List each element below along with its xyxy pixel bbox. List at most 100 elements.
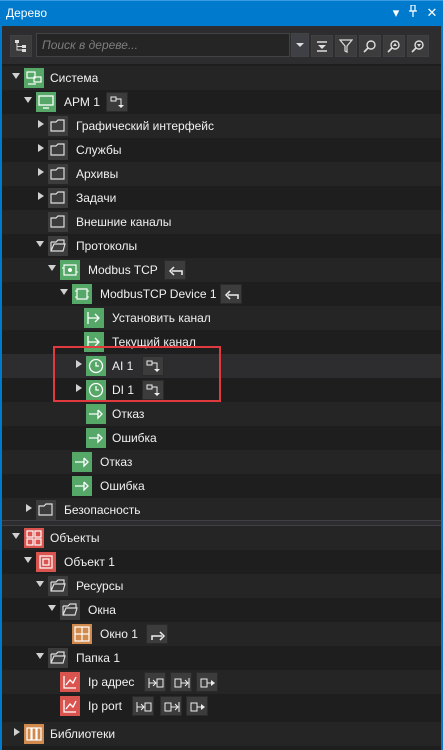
library-icon [24,724,44,744]
tree-item-ext-channels[interactable]: Внешние каналы [2,210,441,234]
flow-arrow-icon [146,360,160,372]
tree-item-libraries[interactable]: Библиотеки [2,722,441,746]
tree-item-label: Установить канал [112,311,211,325]
expand-toggle[interactable] [36,144,44,154]
tree-item-label: Ip адрес [88,675,135,689]
search-down-icon [411,40,424,53]
tree-item-folder1[interactable]: Папка 1 [2,646,441,670]
tree-item-label: Графический интерфейс [76,119,214,133]
tree-item-error-outer[interactable]: Ошибка [2,474,441,498]
open-window-button[interactable] [146,624,168,644]
tree-item-label: DI 1 [112,383,135,397]
link-binding-button[interactable] [196,672,218,692]
expand-toggle[interactable] [12,72,20,82]
folder-icon [48,164,68,184]
tree-item-error-inner[interactable]: Ошибка [2,426,441,450]
bind-in-icon [136,702,152,712]
return-icon [224,290,239,300]
expand-toggle[interactable] [36,652,44,662]
filter-button[interactable] [335,35,357,57]
bind-link-icon [200,678,215,688]
expand-toggle[interactable] [48,604,56,614]
expand-toggle[interactable] [36,240,44,250]
folder-open-icon [48,576,68,596]
system-icon [24,68,44,88]
expand-toggle[interactable] [74,360,82,370]
expand-toggle[interactable] [36,120,44,130]
expand-toggle[interactable] [36,580,44,590]
input-binding-button[interactable] [132,696,154,716]
folder-icon [36,500,56,520]
tree-structure-button[interactable] [10,35,32,57]
close-icon[interactable]: ✕ [423,4,441,22]
return-action-button[interactable] [164,260,186,280]
search-input[interactable] [36,33,290,57]
search-history-dropdown[interactable] [291,33,309,57]
tree-item-label: Окна [88,603,116,617]
output-binding-button[interactable] [170,672,192,692]
tree-item-modbus-device[interactable]: ModbusTCP Device 1 [2,282,441,306]
find-previous-button[interactable] [383,35,405,57]
expand-toggle[interactable] [12,532,20,542]
variable-icon [60,696,80,716]
input-binding-button[interactable] [144,672,166,692]
object-icon [36,552,56,572]
connection-action-button[interactable] [142,380,164,400]
tree-item-current-channel[interactable]: Текущий канал [2,330,441,354]
tree-item-label: Система [50,71,99,85]
tree-item-label: Безопасность [64,503,141,517]
expand-toggle[interactable] [24,504,32,514]
tree-item-fail-inner[interactable]: Отказ [2,402,441,426]
link-binding-button[interactable] [186,696,208,716]
tree-item-sistema[interactable]: Система [2,66,441,90]
folder-icon [48,212,68,232]
output-binding-button[interactable] [160,696,182,716]
tree-item-di1[interactable]: DI 1 [2,378,441,402]
tree-item-label: Библиотеки [50,727,116,741]
expand-toggle[interactable] [24,96,32,106]
tree-item-windows[interactable]: Окна [2,598,441,622]
tree-item-label: Окно 1 [100,627,138,641]
tree-item-resources[interactable]: Ресурсы [2,574,441,598]
collapse-all-button[interactable] [311,35,333,57]
tree-item-set-channel[interactable]: Установить канал [2,306,441,330]
expand-toggle[interactable] [74,384,82,394]
clock-icon [86,356,106,376]
tree-item-modbus-tcp[interactable]: Modbus TCP [2,258,441,282]
tree-item-archives[interactable]: Архивы [2,162,441,186]
expand-toggle[interactable] [60,288,68,298]
expand-toggle[interactable] [12,728,20,738]
expand-toggle[interactable] [36,192,44,202]
pin-icon[interactable] [404,4,422,22]
tree-item-objects[interactable]: Объекты [2,526,441,550]
folder-open-icon [60,600,80,620]
tree-view: Система АРМ 1 Графический интерфейс Служ… [0,64,443,750]
tree-item-ip-port[interactable]: Ip port [2,694,441,718]
tree-item-tasks[interactable]: Задачи [2,186,441,210]
expand-toggle[interactable] [36,168,44,178]
find-button[interactable] [359,35,381,57]
tree-item-window1[interactable]: Окно 1 [2,622,441,646]
tree-item-protocols[interactable]: Протоколы [2,234,441,258]
event-arrow-icon [86,428,106,448]
tree-item-label: Текущий канал [112,335,196,349]
connection-action-button[interactable] [142,356,164,376]
expand-toggle[interactable] [24,556,32,566]
tree-item-security[interactable]: Безопасность [2,498,441,522]
event-arrow-icon [72,452,92,472]
tree-item-label: Папка 1 [76,651,120,665]
tree-item-object1[interactable]: Объект 1 [2,550,441,574]
dropdown-icon[interactable]: ▾ [387,4,405,22]
tree-item-gui[interactable]: Графический интерфейс [2,114,441,138]
tree-item-ip-addr[interactable]: Ip адрес [2,670,441,694]
tree-item-services[interactable]: Службы [2,138,441,162]
find-next-button[interactable] [407,35,429,57]
connection-action-button[interactable] [106,92,128,112]
tree-item-arm1[interactable]: АРМ 1 [2,90,441,114]
tree-item-ai1[interactable]: AI 1 [2,354,441,378]
return-action-button[interactable] [220,284,242,304]
expand-toggle[interactable] [48,264,56,274]
tree-item-label: Ошибка [100,479,145,493]
tree-item-fail-outer[interactable]: Отказ [2,450,441,474]
tree-item-label: Modbus TCP [88,263,158,277]
